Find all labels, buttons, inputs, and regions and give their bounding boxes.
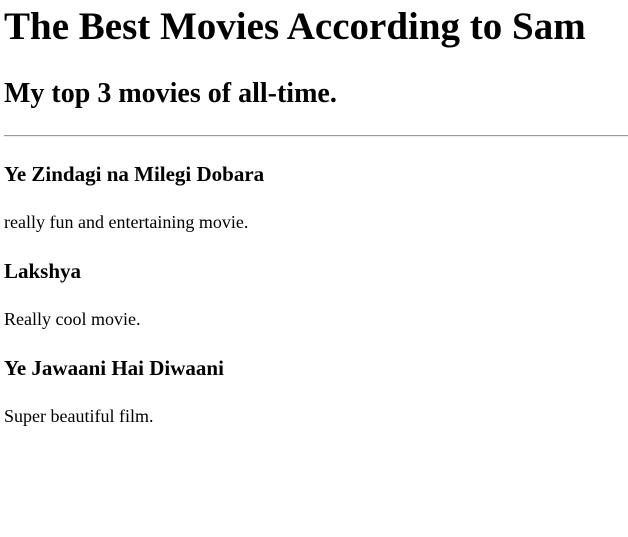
movie-description: really fun and entertaining movie.: [4, 212, 249, 232]
page-subtitle: My top 3 movies of all-time.: [4, 78, 337, 109]
section-divider: [4, 135, 628, 137]
movie-title: Ye Zindagi na Milegi Dobara: [4, 162, 265, 186]
movie-description: Super beautiful film.: [4, 406, 154, 426]
movie-description: Really cool movie.: [4, 309, 141, 329]
page-title: The Best Movies According to Sam: [4, 5, 586, 48]
movie-title: Lakshya: [4, 259, 82, 283]
movie-title: Ye Jawaani Hai Diwaani: [4, 356, 224, 380]
